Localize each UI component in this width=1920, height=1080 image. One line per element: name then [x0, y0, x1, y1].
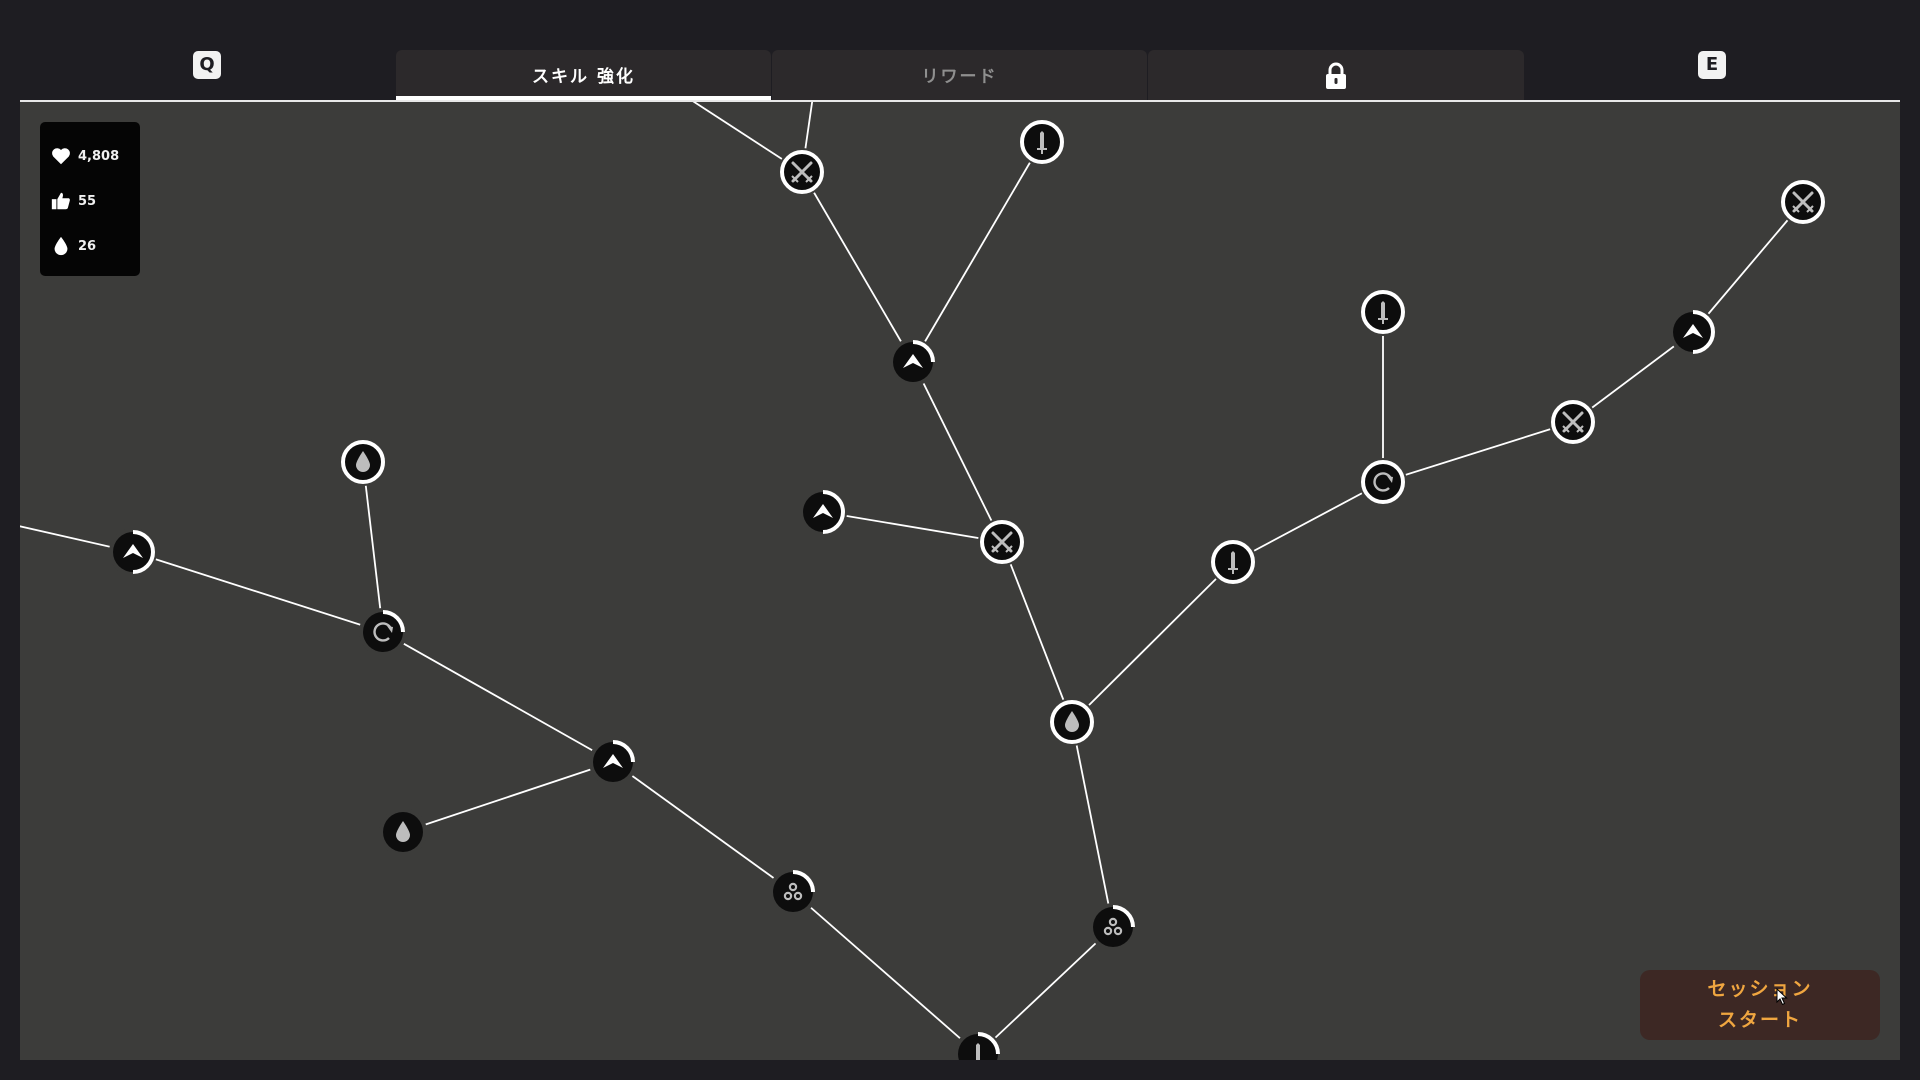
tab-skill-upgrade[interactable]: スキル 強化: [396, 50, 771, 103]
skill-connection-line: [1692, 201, 1804, 333]
skill-connection-line: [1382, 421, 1574, 483]
drop-icon: [54, 236, 68, 256]
drops-stat: 26: [50, 234, 96, 258]
drops-value: 26: [78, 238, 97, 254]
skill-connection-line: [402, 761, 614, 833]
likes-stat: 55: [50, 189, 96, 213]
skill-node[interactable]: [978, 518, 1026, 566]
skill-node[interactable]: [589, 738, 637, 786]
top-bar: Q スキル 強化 リワード E: [0, 0, 1920, 103]
skill-connection-line: [977, 926, 1114, 1055]
skill-connection-line: [801, 171, 914, 363]
skill-node[interactable]: [1048, 698, 1096, 746]
heart-icon: [52, 148, 70, 165]
skill-tree-panel[interactable]: [20, 102, 1900, 1060]
skill-node[interactable]: [954, 1030, 1002, 1060]
session-start-button[interactable]: セッション スタート: [1640, 970, 1880, 1040]
skill-connection-line: [912, 361, 1003, 543]
skill-node[interactable]: [778, 148, 826, 196]
skill-node[interactable]: [1359, 458, 1407, 506]
skill-connection-line: [1232, 481, 1384, 563]
skill-connection-line: [362, 461, 384, 633]
skill-node[interactable]: [1359, 288, 1407, 336]
skill-node[interactable]: [109, 528, 157, 576]
skill-connection-line: [912, 141, 1043, 363]
tab-locked[interactable]: [1148, 50, 1524, 100]
start-button-line2: スタート: [1717, 1009, 1802, 1031]
skill-node[interactable]: [1779, 178, 1827, 226]
skill-connection-line: [1071, 721, 1114, 928]
skill-node[interactable]: [1669, 308, 1717, 356]
skill-connections: [20, 102, 1804, 1055]
skill-node[interactable]: [379, 808, 427, 856]
skill-node[interactable]: [339, 438, 387, 486]
start-button-line1: セッション: [1707, 978, 1813, 1000]
skill-connection-line: [792, 891, 979, 1055]
prev-tab-key-hint[interactable]: Q: [193, 51, 221, 79]
skill-connection-line: [382, 631, 614, 763]
skill-connection-line: [612, 761, 794, 893]
skill-node[interactable]: [889, 338, 937, 386]
skill-node[interactable]: [1089, 903, 1137, 951]
hearts-value: 4,808: [78, 148, 120, 164]
skill-node[interactable]: [1549, 398, 1597, 446]
likes-value: 55: [78, 193, 97, 209]
skill-node[interactable]: [799, 488, 847, 536]
next-tab-key-hint[interactable]: E: [1698, 51, 1726, 79]
skill-connection-line: [1001, 541, 1073, 723]
tab-rewards[interactable]: リワード: [772, 50, 1147, 100]
tab-label: スキル 強化: [532, 67, 635, 87]
hearts-stat: 4,808: [50, 144, 119, 168]
mouse-cursor-icon: [1776, 988, 1788, 1006]
skill-node[interactable]: [359, 608, 407, 656]
skill-connection-line: [132, 551, 384, 633]
thumbs-up-icon: [51, 192, 70, 210]
lock-icon: [1326, 62, 1346, 89]
skill-node[interactable]: [1018, 118, 1066, 166]
tab-label: リワード: [921, 67, 998, 87]
skill-tree-canvas: [20, 102, 1827, 1060]
skill-node[interactable]: [1209, 538, 1257, 586]
skill-connection-line: [1071, 561, 1234, 723]
resource-panel: 4,808 55 26: [40, 122, 140, 276]
skill-connection-line: [822, 511, 1003, 543]
skill-node[interactable]: [769, 868, 817, 916]
